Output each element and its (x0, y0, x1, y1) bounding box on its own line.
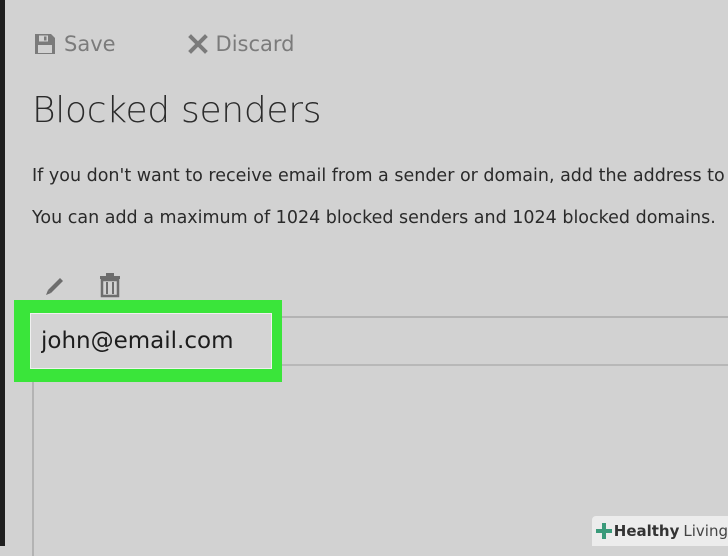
list-actions (42, 272, 122, 298)
plus-icon (596, 523, 612, 539)
limit-note-text: You can add a maximum of 1024 blocked se… (32, 208, 716, 228)
floppy-disk-icon (35, 34, 55, 54)
save-label: Save (64, 32, 116, 56)
discard-label: Discard (215, 32, 295, 56)
page-title: Blocked senders (32, 90, 322, 131)
pencil-icon[interactable] (42, 272, 68, 298)
trash-icon[interactable] (98, 272, 122, 298)
save-button[interactable]: Save (34, 32, 116, 56)
blocked-sender-input[interactable] (30, 313, 272, 369)
x-icon (187, 34, 208, 54)
watermark: Healthy Living (592, 516, 728, 546)
watermark-brand-light: Living (683, 522, 728, 540)
window-left-edge (0, 0, 5, 546)
description-text: If you don't want to receive email from … (32, 166, 725, 186)
discard-button[interactable]: Discard (187, 32, 295, 56)
toolbar: Save Discard (34, 28, 295, 60)
watermark-brand-strong: Healthy (613, 522, 680, 540)
